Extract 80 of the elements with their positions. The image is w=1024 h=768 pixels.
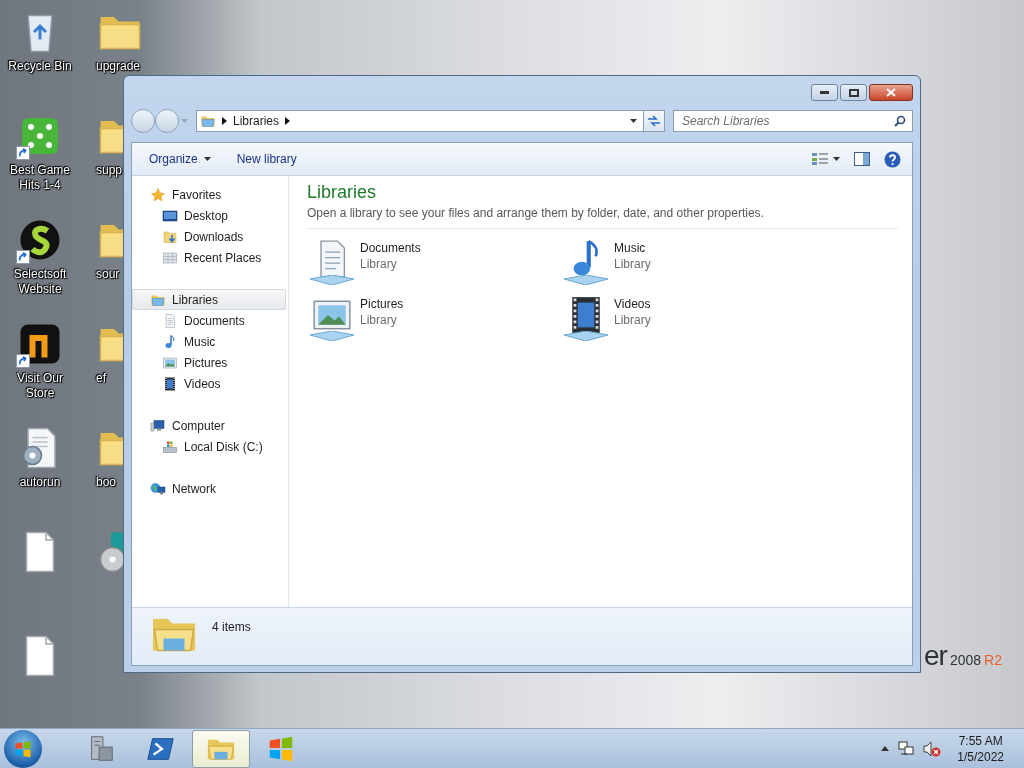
library-name[interactable]: Pictures xyxy=(360,297,404,311)
documents-icon xyxy=(162,312,178,329)
library-type-label: Library xyxy=(614,313,651,327)
preview-pane-icon xyxy=(854,152,870,166)
chevron-icon[interactable] xyxy=(222,117,227,125)
close-button[interactable] xyxy=(869,84,913,101)
pictures-icon xyxy=(162,354,178,371)
network-icon xyxy=(150,480,166,497)
wallpaper-edition-text: R2 xyxy=(984,652,1002,668)
search-field[interactable]: Search Libraries xyxy=(673,110,913,132)
chevron-icon[interactable] xyxy=(285,117,291,125)
library-description: Open a library to see your files and arrange them by folder, date, and other properties. xyxy=(307,206,898,229)
taskbar-button[interactable] xyxy=(192,729,250,768)
platform-icon xyxy=(308,275,356,285)
platform-icon xyxy=(562,331,610,341)
preview-pane-button[interactable] xyxy=(851,149,873,169)
item-count: 4 items xyxy=(212,620,251,634)
nav-item[interactable]: Desktop xyxy=(132,205,286,226)
library-name[interactable]: Documents xyxy=(360,241,421,255)
desktop-icon-label[interactable]: ef xyxy=(96,371,106,386)
desktop-icon xyxy=(162,207,178,224)
star-icon xyxy=(150,186,166,203)
library-heading: Libraries xyxy=(307,182,378,203)
wallpaper-brand-text: er xyxy=(924,640,947,672)
start-button[interactable] xyxy=(4,729,42,768)
breadcrumb-item[interactable]: Libraries xyxy=(233,114,280,128)
clock-time: 7:55 AM xyxy=(958,732,1003,749)
recent-places-icon xyxy=(162,249,178,266)
address-bar[interactable]: Libraries xyxy=(196,110,644,132)
close-icon xyxy=(886,88,896,97)
maximize-button[interactable] xyxy=(840,84,867,101)
nav-item[interactable]: Music xyxy=(132,331,286,352)
refresh-icon xyxy=(647,115,661,127)
nav-item[interactable]: Recent Places xyxy=(132,247,286,268)
minimize-button[interactable] xyxy=(811,84,838,101)
help-icon xyxy=(884,150,901,168)
clock-date: 1/5/2022 xyxy=(957,748,1004,765)
toolbar-button[interactable]: Organize xyxy=(140,148,220,170)
desktop-icon-label[interactable]: Visit Our Store xyxy=(2,371,78,401)
nav-item[interactable]: Videos xyxy=(132,373,286,394)
nav-item[interactable]: Local Disk (C:) xyxy=(132,436,286,457)
desktop-icon-label[interactable]: autorun xyxy=(19,475,61,490)
platform-icon xyxy=(308,331,356,341)
library-type-label: Library xyxy=(360,313,398,327)
library-type-label: Library xyxy=(614,257,651,271)
desktop-icon-label[interactable]: Selectsoft Website xyxy=(2,267,78,297)
platform-icon xyxy=(562,275,610,285)
show-hidden-icons-icon[interactable] xyxy=(881,746,890,751)
restore-icon xyxy=(848,88,859,97)
wallpaper-version-text: 2008 xyxy=(949,652,982,668)
desktop-icon-label[interactable]: Best Game Hits 1-4 xyxy=(2,163,78,193)
refresh-button[interactable] xyxy=(643,110,665,132)
nav-item[interactable]: Libraries xyxy=(132,289,286,310)
clock[interactable]: 7:55 AM 1/5/2022 xyxy=(957,732,1004,765)
nav-item[interactable]: Pictures xyxy=(132,352,286,373)
desktop-icon-label[interactable]: boo xyxy=(96,475,117,490)
nav-item[interactable]: Computer xyxy=(132,415,286,436)
computer-icon xyxy=(150,417,166,434)
desktop-icon-label[interactable]: sour xyxy=(96,267,120,282)
caret-icon xyxy=(833,157,840,161)
library-name[interactable]: Music xyxy=(614,241,651,255)
nav-item[interactable]: Favorites xyxy=(132,184,286,205)
toolbar-button[interactable]: New library xyxy=(227,148,306,170)
film-icon xyxy=(162,375,178,392)
downloads-icon xyxy=(162,228,178,245)
windows-flag-icon xyxy=(13,738,33,759)
caret-icon xyxy=(630,119,637,123)
library-type-label: Library xyxy=(360,257,398,271)
desktop-icon-label[interactable]: upgrade xyxy=(96,59,141,74)
desktop-icon-label[interactable]: supp xyxy=(96,163,123,178)
library-name[interactable]: Videos xyxy=(614,297,651,311)
nav-item[interactable]: Network xyxy=(132,478,286,499)
details-view-icon xyxy=(812,152,828,166)
volume-icon[interactable] xyxy=(923,740,942,757)
minimize-icon xyxy=(820,91,829,94)
network-icon[interactable] xyxy=(897,740,916,757)
search-icon xyxy=(894,115,906,127)
nav-item[interactable]: Downloads xyxy=(132,226,286,247)
nav-item[interactable]: Documents xyxy=(132,310,286,331)
desktop-icon-label[interactable]: Recycle Bin xyxy=(8,59,72,74)
